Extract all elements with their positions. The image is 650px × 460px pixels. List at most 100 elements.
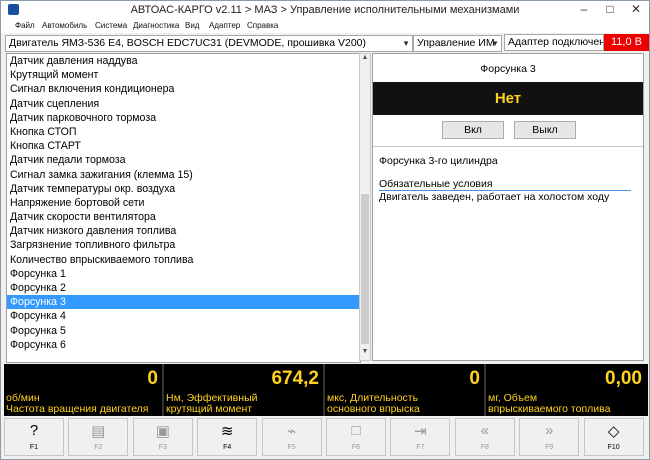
minimize-icon[interactable]: – (571, 1, 597, 19)
fkey-label: F6 (351, 444, 361, 451)
actuator-title: Форсунка 3 (480, 63, 536, 75)
menu-help[interactable]: Справка (247, 21, 278, 30)
off-button[interactable]: Выкл (514, 121, 576, 139)
list-item[interactable]: Загрязнение топливного фильтра (7, 238, 360, 252)
save-icon: ▣ (155, 423, 170, 440)
title-bar: АВТОАС-КАРГО v2.11 > МАЗ > Управление ис… (1, 1, 649, 19)
fkey-label: F2 (94, 444, 103, 451)
fkey-label: F3 (158, 444, 167, 451)
stop-icon: □ (351, 422, 361, 439)
fkey-label: F4 (223, 444, 232, 451)
list-item[interactable]: Датчик давления наддува (7, 54, 360, 68)
gauge-caption: Частота вращения двигателя (6, 403, 149, 415)
fkey-f5-button[interactable]: ⌁ F5 (261, 418, 322, 456)
list-item[interactable]: Форсунка 4 (7, 309, 360, 323)
list-item[interactable]: Кнопка СТОП (7, 125, 360, 139)
menu-vehicle[interactable]: Автомобиль (42, 21, 87, 30)
application-window: АВТОАС-КАРГО v2.11 > МАЗ > Управление ис… (0, 0, 650, 460)
list-item[interactable]: Датчик температуры окр. воздуха (7, 182, 360, 196)
fkey-f7-button[interactable]: ⇥ F7 (390, 418, 451, 456)
scrollbar-thumb[interactable] (361, 194, 369, 344)
gauge-caption: основного впрыска (327, 403, 420, 415)
list-item[interactable]: Напряжение бортовой сети (7, 196, 360, 210)
gauge-label: мг, Объем впрыскиваемого топлива (488, 393, 610, 415)
list-item[interactable]: Датчик сцепления (7, 97, 360, 111)
list-item[interactable]: Датчик низкого давления топлива (7, 224, 360, 238)
menu-view[interactable]: Вид (185, 21, 199, 30)
exit-icon: ◇ (607, 423, 620, 440)
gauge-label: мкс, Длительность основного впрыска (327, 393, 420, 415)
list-item[interactable]: Крутящий момент (7, 68, 360, 82)
list-scrollbar[interactable]: ▲ ▼ (359, 53, 371, 361)
panel-divider (373, 146, 643, 147)
parameter-list[interactable]: Датчик давления наддува Крутящий момент Си… (6, 53, 361, 363)
list-item[interactable]: Форсунка 3 (7, 295, 360, 310)
menu-bar: Файл Автомобиль Система Диагностика Вид … (1, 19, 649, 33)
fkey-f2-button[interactable]: ▤ F2 (68, 418, 129, 456)
actuator-panel: Форсунка 3 Нет Вкл Выкл Форсунка 3-го ци… (372, 53, 644, 361)
gauge-value: 0,00 (605, 368, 642, 389)
gauge-label: об/мин Частота вращения двигателя (6, 393, 149, 415)
fkey-f8-button[interactable]: « F8 (454, 418, 515, 456)
fkey-f3-button[interactable]: ▣ F3 (132, 418, 193, 456)
engine-select[interactable]: Двигатель ЯМЗ-536 Е4, BOSCH EDC7UC31 (DE… (5, 35, 413, 52)
conditions-text: Двигатель заведен, работает на холостом … (379, 191, 610, 203)
forward-icon: » (545, 422, 554, 439)
window-title: АВТОАС-КАРГО v2.11 > МАЗ > Управление ис… (130, 4, 520, 16)
conditions-header: Обязательные условия (379, 178, 493, 190)
list-item[interactable]: Датчик скорости вентилятора (7, 210, 360, 224)
chevron-down-icon: ▼ (491, 39, 499, 48)
fkey-f9-button[interactable]: » F9 (519, 418, 580, 456)
report-icon: ▤ (91, 423, 106, 440)
mode-select-value: Управление ИМ (417, 37, 495, 49)
help-icon: ? (29, 422, 39, 439)
scroll-down-icon[interactable]: ▼ (360, 348, 370, 360)
gauge: 0 мкс, Длительность основного впрыска (325, 364, 486, 416)
fkey-label: F1 (29, 444, 39, 451)
scroll-up-icon[interactable]: ▲ (360, 54, 370, 66)
actuator-description: Форсунка 3-го цилиндра (379, 155, 498, 167)
list-item[interactable]: Форсунка 2 (7, 281, 360, 295)
menu-adapter[interactable]: Адаптер (209, 21, 240, 30)
gauge-value: 0 (469, 368, 480, 389)
fkey-label: F5 (287, 444, 296, 451)
gauge-caption: впрыскиваемого топлива (488, 403, 611, 415)
list-item[interactable]: Форсунка 1 (7, 267, 360, 281)
fkey-label: F8 (480, 444, 489, 451)
fkey-label: F7 (416, 444, 425, 451)
menu-diagnostics[interactable]: Диагностика (133, 21, 179, 30)
graph-icon: ≋ (220, 423, 234, 440)
fkey-f4-button[interactable]: ≋ F4 (197, 418, 258, 456)
list-item[interactable]: Датчик парковочного тормоза (7, 111, 360, 125)
fkey-f6-button[interactable]: □ F6 (326, 418, 386, 456)
close-icon[interactable]: ✕ (623, 1, 649, 19)
fkey-label: F9 (545, 444, 554, 451)
list-item[interactable]: Датчик педали тормоза (7, 153, 360, 167)
function-key-bar: ? F1 ▤ F2 ▣ F3 ≋ F4 ⌁ F5 □ F6 ⇥ F7 « F8 » F9 ◇ F10 (4, 418, 648, 458)
mode-select[interactable]: Управление ИМ ▼ (413, 35, 502, 52)
list-item[interactable]: Форсунка 5 (7, 324, 360, 338)
list-item[interactable]: Сигнал включения кондиционера (7, 82, 360, 96)
on-button[interactable]: Вкл (442, 121, 504, 139)
list-item[interactable]: Форсунка 6 (7, 338, 360, 352)
chevron-down-icon: ▼ (402, 39, 410, 48)
fkey-f10-button[interactable]: ◇ F10 (583, 418, 644, 456)
menu-file[interactable]: Файл (15, 21, 35, 30)
export-icon: ⇥ (414, 423, 427, 440)
actuator-state: Нет (373, 82, 643, 115)
adapter-status: Адаптер подключен (504, 34, 604, 51)
gauge: 0,00 мг, Объем впрыскиваемого топлива (486, 364, 648, 416)
maximize-icon[interactable]: □ (597, 1, 623, 19)
list-item[interactable]: Количество впрыскиваемого топлива (7, 253, 360, 267)
gauge: 674,2 Нм, Эффективный крутящий момент (164, 364, 325, 416)
gauge-value: 674,2 (271, 368, 319, 389)
gauge-value: 0 (147, 368, 158, 389)
rewind-icon: « (480, 422, 489, 439)
gauge-panel: 0 об/мин Частота вращения двигателя 674,2 Нм… (4, 364, 648, 416)
list-item[interactable]: Кнопка СТАРТ (7, 139, 360, 153)
menu-system[interactable]: Система (95, 21, 127, 30)
engine-select-value: Двигатель ЯМЗ-536 Е4, BOSCH EDC7UC31 (DE… (9, 37, 367, 49)
fkey-f1-button[interactable]: ? F1 (4, 418, 64, 456)
list-item[interactable]: Сигнал замка зажигания (клемма 15) (7, 168, 360, 182)
gauge-label: Нм, Эффективный крутящий момент (166, 393, 257, 415)
